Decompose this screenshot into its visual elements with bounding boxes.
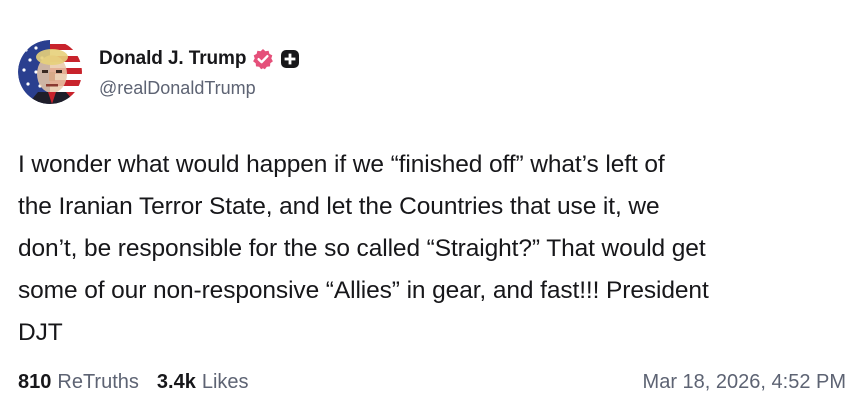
likes-label: Likes [201,370,249,393]
post-text-line: don’t, be responsible for the so called … [18,235,706,262]
retruths-count: 810 [18,370,52,393]
retruths-stat[interactable]: 810 ReTruths [18,371,139,394]
flag-portrait-avatar-icon [18,40,82,104]
likes-count: 3.4k [156,370,196,393]
post-body: I wonder what would happen if we “finish… [18,144,848,354]
post-text-line: DJT [18,319,63,346]
likes-stat[interactable]: 3.4k Likes [157,371,249,394]
post-text-line: I wonder what would happen if we “finish… [18,151,665,178]
author-name-row: Donald J. Trump [99,46,300,72]
post-text-line: the Iranian Terror State, and let the Co… [18,193,660,220]
post-footer: 810 ReTruths 3.4k Likes Mar 18, 2026, 4:… [18,366,846,398]
author-display-name[interactable]: Donald J. Trump [99,48,246,70]
author-handle[interactable]: @realDonaldTrump [99,78,300,99]
author-avatar[interactable] [18,40,82,104]
plus-badge-icon [280,49,300,69]
post-text-line: some of our non-responsive “Allies” in g… [18,277,709,304]
author-identity: Donald J. Trump @realDonaldTrump [99,46,300,99]
truth-post: Donald J. Trump @realDonaldTrump I wonde… [0,0,868,406]
retruths-label: ReTruths [57,370,139,393]
post-timestamp[interactable]: Mar 18, 2026, 4:52 PM [643,371,846,394]
verified-badge-icon [252,48,274,70]
post-header: Donald J. Trump @realDonaldTrump [18,40,300,104]
